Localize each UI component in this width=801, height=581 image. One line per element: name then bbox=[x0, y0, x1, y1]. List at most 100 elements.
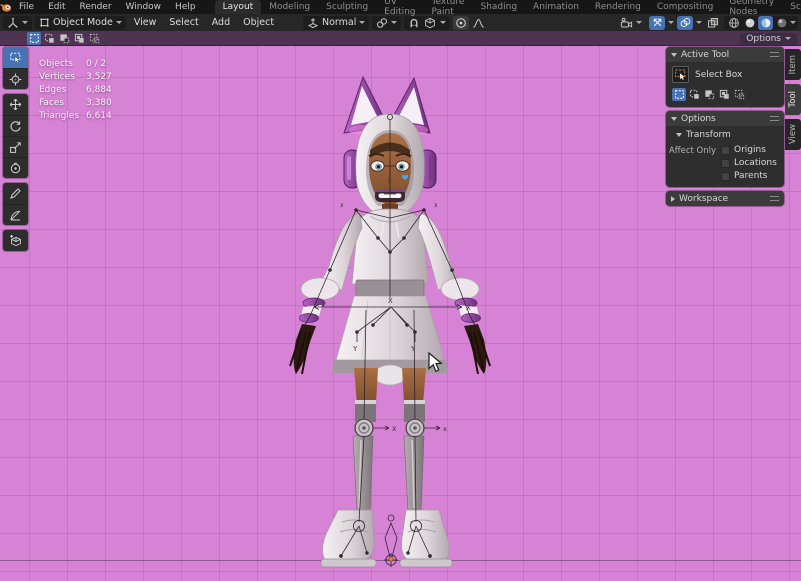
object-mode-icon bbox=[39, 17, 50, 28]
tab-geometry-nodes[interactable]: Geometry Nodes bbox=[721, 0, 782, 14]
pivot-point-dropdown[interactable] bbox=[372, 16, 401, 30]
menu-object[interactable]: Object bbox=[238, 17, 279, 28]
origins-checkbox[interactable] bbox=[721, 146, 730, 155]
panel-workspace-header[interactable]: Workspace bbox=[666, 191, 784, 206]
tab-sculpting[interactable]: Sculpting bbox=[318, 0, 376, 14]
stat-objects: Objects0 / 2 bbox=[39, 58, 112, 71]
select-mode-subtract[interactable] bbox=[702, 88, 716, 101]
tool-scale[interactable] bbox=[3, 136, 28, 157]
show-overlays-toggle[interactable] bbox=[677, 16, 693, 30]
select-mode-invert[interactable] bbox=[717, 88, 731, 101]
xray-toggle[interactable] bbox=[705, 16, 721, 30]
shading-material-button[interactable] bbox=[758, 16, 773, 30]
editor-type-dropdown[interactable] bbox=[3, 16, 32, 30]
view-object-types-dropdown[interactable] bbox=[616, 16, 646, 30]
tab-texture-paint[interactable]: Texture Paint bbox=[424, 0, 473, 14]
shading-dropdown-chevron[interactable] bbox=[790, 21, 796, 24]
shading-rendered-button[interactable] bbox=[774, 16, 789, 30]
menu-render[interactable]: Render bbox=[73, 2, 119, 12]
axis-label-y: Y bbox=[410, 345, 416, 353]
select-mode-extend[interactable] bbox=[687, 88, 701, 101]
select-mode-intersect[interactable] bbox=[732, 88, 746, 101]
sidebar-tab-tool[interactable]: Tool bbox=[785, 84, 801, 115]
menu-window[interactable]: Window bbox=[119, 2, 169, 12]
menu-view[interactable]: View bbox=[129, 17, 162, 28]
sidebar-tab-view[interactable]: View bbox=[785, 119, 801, 150]
tool-rotate[interactable] bbox=[3, 115, 28, 136]
tab-shading[interactable]: Shading bbox=[472, 0, 525, 14]
shading-solid-button[interactable] bbox=[742, 16, 757, 30]
transform-orientation-dropdown[interactable]: Normal bbox=[303, 16, 369, 30]
stat-value: 6,884 bbox=[86, 84, 112, 97]
add-cube-tool-icon bbox=[9, 234, 22, 247]
show-gizmo-toggle[interactable] bbox=[649, 16, 665, 30]
panel-options-header[interactable]: Options bbox=[666, 111, 784, 126]
menu-edit[interactable]: Edit bbox=[41, 2, 72, 12]
tab-uv-editing[interactable]: UV Editing bbox=[376, 0, 423, 14]
select-mode-new[interactable] bbox=[672, 88, 686, 101]
viewport-3d[interactable]: x x X X Y Y X x bbox=[0, 46, 801, 581]
tool-cursor[interactable] bbox=[3, 68, 28, 89]
panel-grip-icon[interactable] bbox=[770, 196, 779, 201]
panel-workspace: Workspace bbox=[666, 191, 784, 206]
panel-grip-icon[interactable] bbox=[770, 52, 779, 57]
snap-magnet-icon[interactable] bbox=[408, 17, 420, 29]
armature-root-bone[interactable] bbox=[384, 515, 398, 567]
stat-label: Objects bbox=[39, 58, 86, 71]
overlays-dropdown-chevron[interactable] bbox=[696, 21, 702, 24]
menu-select[interactable]: Select bbox=[164, 17, 203, 28]
tab-layout[interactable]: Layout bbox=[215, 0, 262, 14]
stat-vertices: Vertices3,527 bbox=[39, 71, 112, 84]
shading-wireframe-button[interactable] bbox=[726, 16, 741, 30]
tab-scripting[interactable]: Scripting bbox=[782, 0, 801, 14]
axis-label-x: x bbox=[434, 202, 438, 209]
tab-modeling[interactable]: Modeling bbox=[261, 0, 318, 14]
mode-dropdown[interactable]: Object Mode bbox=[35, 16, 126, 30]
proportional-falloff-icon[interactable] bbox=[472, 17, 485, 29]
sidebar-tab-item[interactable]: Item bbox=[785, 49, 801, 80]
gizmo-dropdown-chevron[interactable] bbox=[668, 21, 674, 24]
select-mode-invert[interactable] bbox=[72, 32, 86, 45]
blender-logo-icon[interactable] bbox=[0, 1, 12, 13]
menu-help[interactable]: Help bbox=[168, 2, 203, 12]
mouse-cursor bbox=[428, 352, 443, 373]
proportional-editing-toggle[interactable] bbox=[453, 16, 469, 30]
panel-grip-icon[interactable] bbox=[770, 116, 779, 121]
stat-value: 6,614 bbox=[86, 110, 112, 123]
pivot-point-icon bbox=[376, 17, 388, 29]
select-mode-subtract[interactable] bbox=[57, 32, 71, 45]
tool-transform[interactable] bbox=[3, 157, 28, 178]
stat-label: Faces bbox=[39, 97, 86, 110]
select-subtract-icon bbox=[59, 33, 70, 44]
mode-dropdown-label: Object Mode bbox=[53, 17, 113, 28]
tool-options-button[interactable]: Options bbox=[740, 33, 797, 45]
axis-label-x: x bbox=[443, 425, 447, 433]
tool-measure[interactable] bbox=[3, 204, 28, 225]
tab-animation[interactable]: Animation bbox=[525, 0, 587, 14]
menu-file[interactable]: File bbox=[12, 2, 41, 12]
select-mode-new[interactable] bbox=[27, 32, 41, 45]
legs bbox=[321, 368, 452, 567]
tool-move[interactable] bbox=[3, 94, 28, 115]
panel-title: Workspace bbox=[679, 194, 728, 204]
tab-rendering[interactable]: Rendering bbox=[587, 0, 649, 14]
tool-settings-bar: Options bbox=[0, 31, 801, 46]
active-tool-button[interactable] bbox=[672, 66, 689, 83]
tab-compositing[interactable]: Compositing bbox=[649, 0, 721, 14]
checkbox-row-origins: Origins bbox=[721, 145, 777, 155]
transform-subsection-header[interactable]: Transform bbox=[666, 126, 784, 143]
checkbox-label: Locations bbox=[734, 158, 777, 168]
tool-select-box[interactable] bbox=[3, 47, 28, 68]
parents-checkbox[interactable] bbox=[721, 172, 730, 181]
tool-add-cube[interactable] bbox=[3, 230, 28, 251]
select-mode-extend[interactable] bbox=[42, 32, 56, 45]
snap-target-cube-icon[interactable] bbox=[424, 17, 436, 29]
character-model[interactable]: x x X X Y Y X x bbox=[258, 70, 506, 572]
menu-add[interactable]: Add bbox=[207, 17, 235, 28]
select-invert-icon bbox=[74, 33, 85, 44]
locations-checkbox[interactable] bbox=[721, 159, 730, 168]
select-mode-intersect[interactable] bbox=[87, 32, 101, 45]
panel-active-tool-header[interactable]: Active Tool bbox=[666, 47, 784, 62]
select-extend-icon bbox=[689, 89, 700, 100]
tool-annotate[interactable] bbox=[3, 183, 28, 204]
